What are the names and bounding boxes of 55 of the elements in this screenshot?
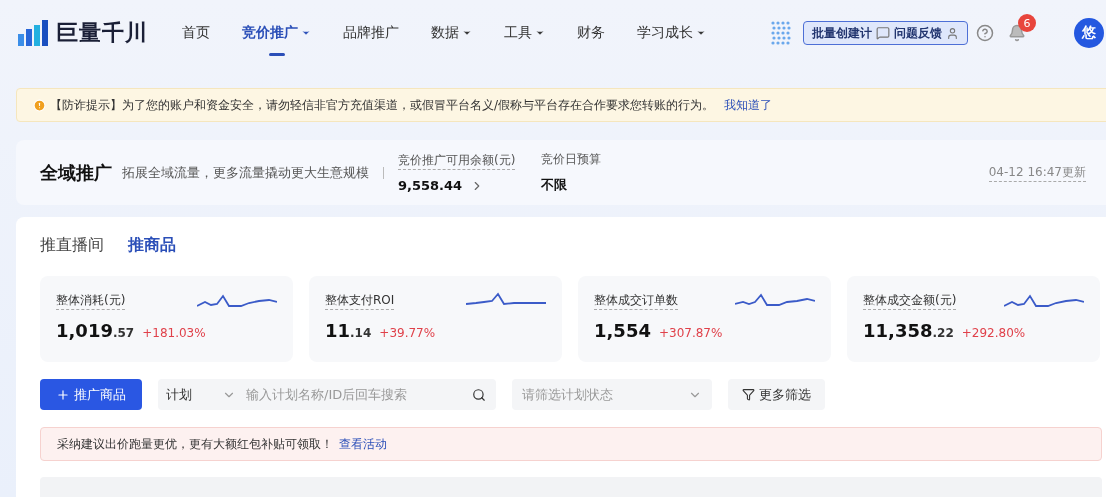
metric-change: +181.03% (142, 326, 206, 340)
nav-item[interactable]: 财务 (577, 24, 605, 42)
logo-text: 巨量千川 (56, 19, 148, 47)
update-time: 04-12 16:47更新 (988, 163, 1086, 182)
warning-icon (33, 98, 46, 112)
budget-label: 竞价日预算 (541, 151, 602, 168)
chat-icon (876, 26, 890, 40)
metric-decimals: .14 (350, 326, 372, 340)
bell-icon[interactable] (1008, 24, 1026, 42)
nav-item[interactable]: 工具 (504, 24, 545, 42)
nav-item[interactable]: 数据 (431, 24, 472, 42)
nav-item[interactable]: 品牌推广 (343, 24, 399, 42)
metric-decimals: .57 (112, 326, 135, 340)
batch-create-button[interactable]: 批量创建计 问题反馈 (803, 21, 968, 45)
metric-value: 1,554 (594, 320, 651, 341)
metric-value: 1,019 (56, 320, 113, 341)
metric-decimals: .22 (932, 326, 954, 340)
summary-title: 全域推广 (40, 160, 112, 185)
notification-badge: 6 (1018, 14, 1036, 32)
metric-label: 整体支付ROI (325, 292, 395, 310)
notice-text: 【防诈提示】为了您的账户和资金安全，请勿轻信非官方充值渠道，或假冒平台名义/假称与平台存在合作要求您转账的行为。 (50, 96, 715, 114)
metric-label: 整体成交金额(元) (863, 292, 957, 310)
activity-link[interactable]: 查看活动 (339, 435, 387, 453)
promote-button[interactable]: 推广商品 (40, 379, 142, 410)
more-filters-button[interactable]: 更多筛选 (728, 379, 825, 410)
metric-label: 整体成交订单数 (594, 292, 678, 310)
metric-change: +39.77% (379, 326, 436, 340)
tab[interactable]: 推直播间 (40, 235, 104, 256)
plus-icon (56, 387, 70, 402)
metric-value: 11,358 (863, 320, 933, 341)
nav-item[interactable]: 首页 (182, 24, 210, 42)
feedback-label: 问题反馈 (894, 24, 942, 42)
budget-value: 不限 (541, 176, 569, 194)
metric-change: +307.87% (658, 326, 723, 340)
balance-value: 9,558.44 (398, 178, 463, 193)
logo-icon (18, 20, 50, 46)
nav-item[interactable]: 竞价推广 (242, 24, 311, 42)
nav-item[interactable]: 学习成长 (637, 24, 706, 42)
filter-icon (742, 388, 755, 401)
user-icon (946, 26, 959, 40)
search-field[interactable]: 计划 输入计划名称/ID后回车搜索 (158, 379, 496, 410)
plan-select[interactable]: 计划 (158, 385, 244, 404)
metric-label: 整体消耗(元) (56, 292, 126, 310)
dismiss-link[interactable]: 我知道了 (724, 96, 773, 114)
help-icon[interactable] (976, 24, 994, 42)
batch-create-label: 批量创建计 (812, 24, 872, 42)
metric-change: +292.80% (961, 326, 1026, 340)
metric-value: 11 (325, 320, 351, 341)
active-indicator (268, 53, 285, 56)
tip-text: 采纳建议出价跑量更优，更有大额红包补贴可领取！ (57, 435, 333, 453)
search-icon[interactable] (472, 387, 486, 402)
summary-subtitle: 拓展全域流量，更多流量撬动更大生意规模 (122, 163, 369, 182)
balance-label: 竞价推广可用余额(元) (398, 152, 516, 170)
tab[interactable]: 推商品 (128, 235, 176, 256)
user-avatar[interactable]: 悠 (1074, 18, 1104, 48)
